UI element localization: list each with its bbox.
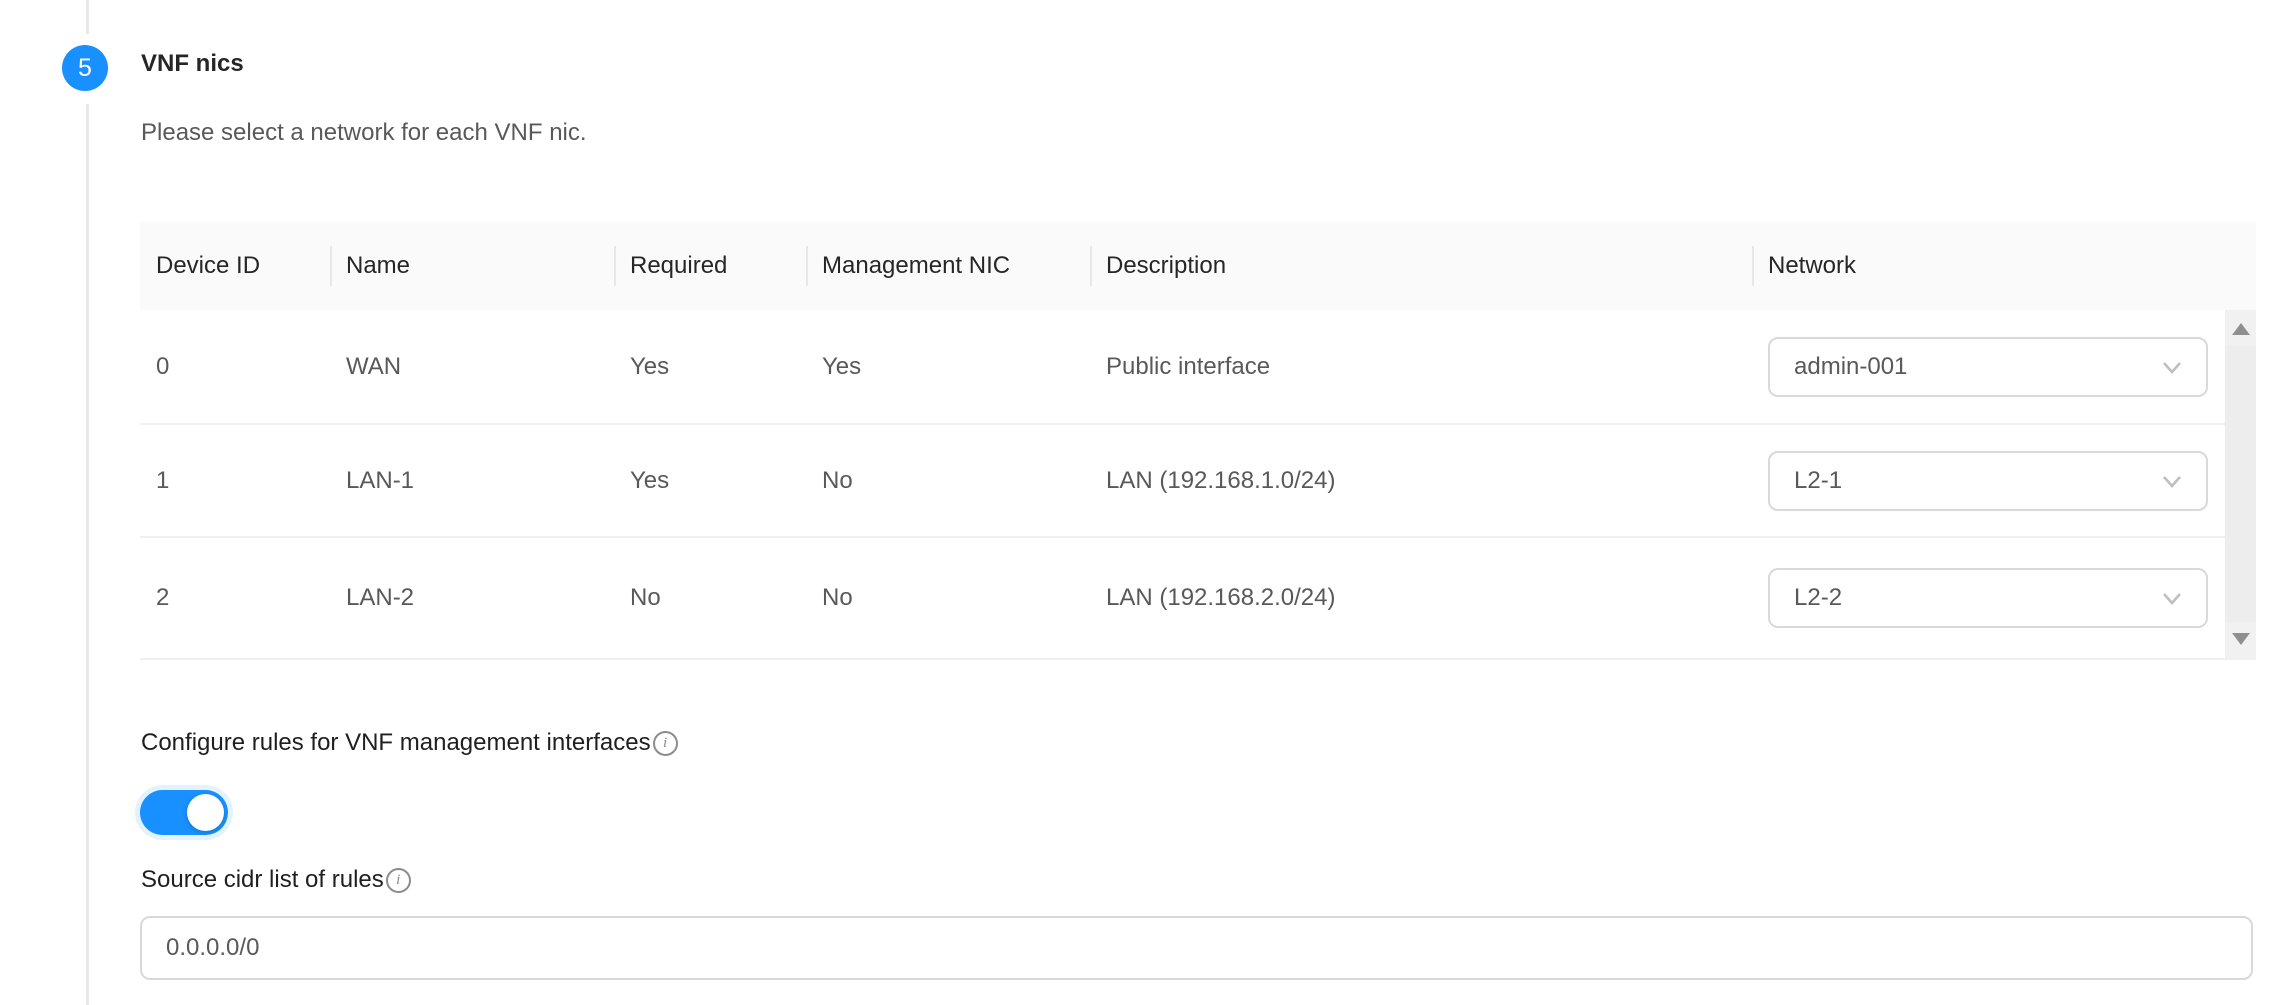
scroll-up-arrow-icon[interactable] [2232, 323, 2250, 335]
cell-device-id: 1 [140, 467, 330, 495]
cell-name: LAN-1 [330, 467, 614, 495]
vnf-nics-table: Device ID Name Required Management NIC D… [140, 222, 2256, 660]
cell-required: Yes [614, 467, 806, 495]
network-select[interactable]: admin-001 [1768, 337, 2208, 397]
cell-description: Public interface [1090, 353, 1752, 381]
scrollbar-thumb[interactable] [2225, 346, 2256, 622]
network-select-value: L2-2 [1794, 584, 1842, 612]
scroll-down-arrow-icon[interactable] [2232, 633, 2250, 645]
header-divider [330, 246, 332, 286]
chevron-down-icon [2158, 467, 2186, 495]
toggle-knob [187, 794, 224, 831]
table-row: 0 WAN Yes Yes Public interface admin-001 [140, 310, 2225, 425]
step-rail-bottom [86, 104, 89, 1005]
cell-name: WAN [330, 353, 614, 381]
column-header-management-nic: Management NIC [806, 252, 1090, 280]
cell-name: LAN-2 [330, 584, 614, 612]
source-cidr-input[interactable] [140, 916, 2253, 980]
step-title: VNF nics [141, 50, 244, 78]
cell-management-nic: Yes [806, 353, 1090, 381]
step-rail-top [86, 0, 89, 34]
cell-management-nic: No [806, 467, 1090, 495]
header-divider [614, 246, 616, 286]
configure-rules-label-row: Configure rules for VNF management inter… [141, 729, 678, 757]
column-header-network: Network [1752, 252, 2256, 280]
column-header-name: Name [330, 252, 614, 280]
table-row: 1 LAN-1 Yes No LAN (192.168.1.0/24) L2-1 [140, 425, 2225, 538]
cell-device-id: 2 [140, 584, 330, 612]
column-header-description: Description [1090, 252, 1752, 280]
step-number: 5 [78, 54, 92, 82]
configure-rules-toggle[interactable] [140, 790, 228, 835]
table-row: 2 LAN-2 No No LAN (192.168.2.0/24) L2-2 [140, 538, 2225, 658]
header-divider [1752, 246, 1754, 286]
cell-description: LAN (192.168.1.0/24) [1090, 467, 1752, 495]
table-body: 0 WAN Yes Yes Public interface admin-001… [140, 310, 2256, 660]
network-select-value: admin-001 [1794, 353, 1907, 381]
cell-required: No [614, 584, 806, 612]
cell-management-nic: No [806, 584, 1090, 612]
column-header-device-id: Device ID [140, 252, 330, 280]
column-header-required: Required [614, 252, 806, 280]
info-icon[interactable]: i [653, 731, 678, 756]
step-subtitle: Please select a network for each VNF nic… [141, 119, 587, 147]
network-select-value: L2-1 [1794, 467, 1842, 495]
cell-required: Yes [614, 353, 806, 381]
source-cidr-label: Source cidr list of rules [141, 866, 384, 894]
source-cidr-label-row: Source cidr list of rules i [141, 866, 411, 894]
cell-device-id: 0 [140, 353, 330, 381]
network-select[interactable]: L2-1 [1768, 451, 2208, 511]
configure-rules-label: Configure rules for VNF management inter… [141, 729, 651, 757]
network-select[interactable]: L2-2 [1768, 568, 2208, 628]
info-icon[interactable]: i [386, 868, 411, 893]
chevron-down-icon [2158, 353, 2186, 381]
table-scrollbar[interactable] [2225, 310, 2256, 658]
table-header-row: Device ID Name Required Management NIC D… [140, 222, 2256, 310]
cell-description: LAN (192.168.2.0/24) [1090, 584, 1752, 612]
header-divider [1090, 246, 1092, 286]
chevron-down-icon [2158, 584, 2186, 612]
step-number-badge: 5 [62, 45, 108, 91]
header-divider [806, 246, 808, 286]
